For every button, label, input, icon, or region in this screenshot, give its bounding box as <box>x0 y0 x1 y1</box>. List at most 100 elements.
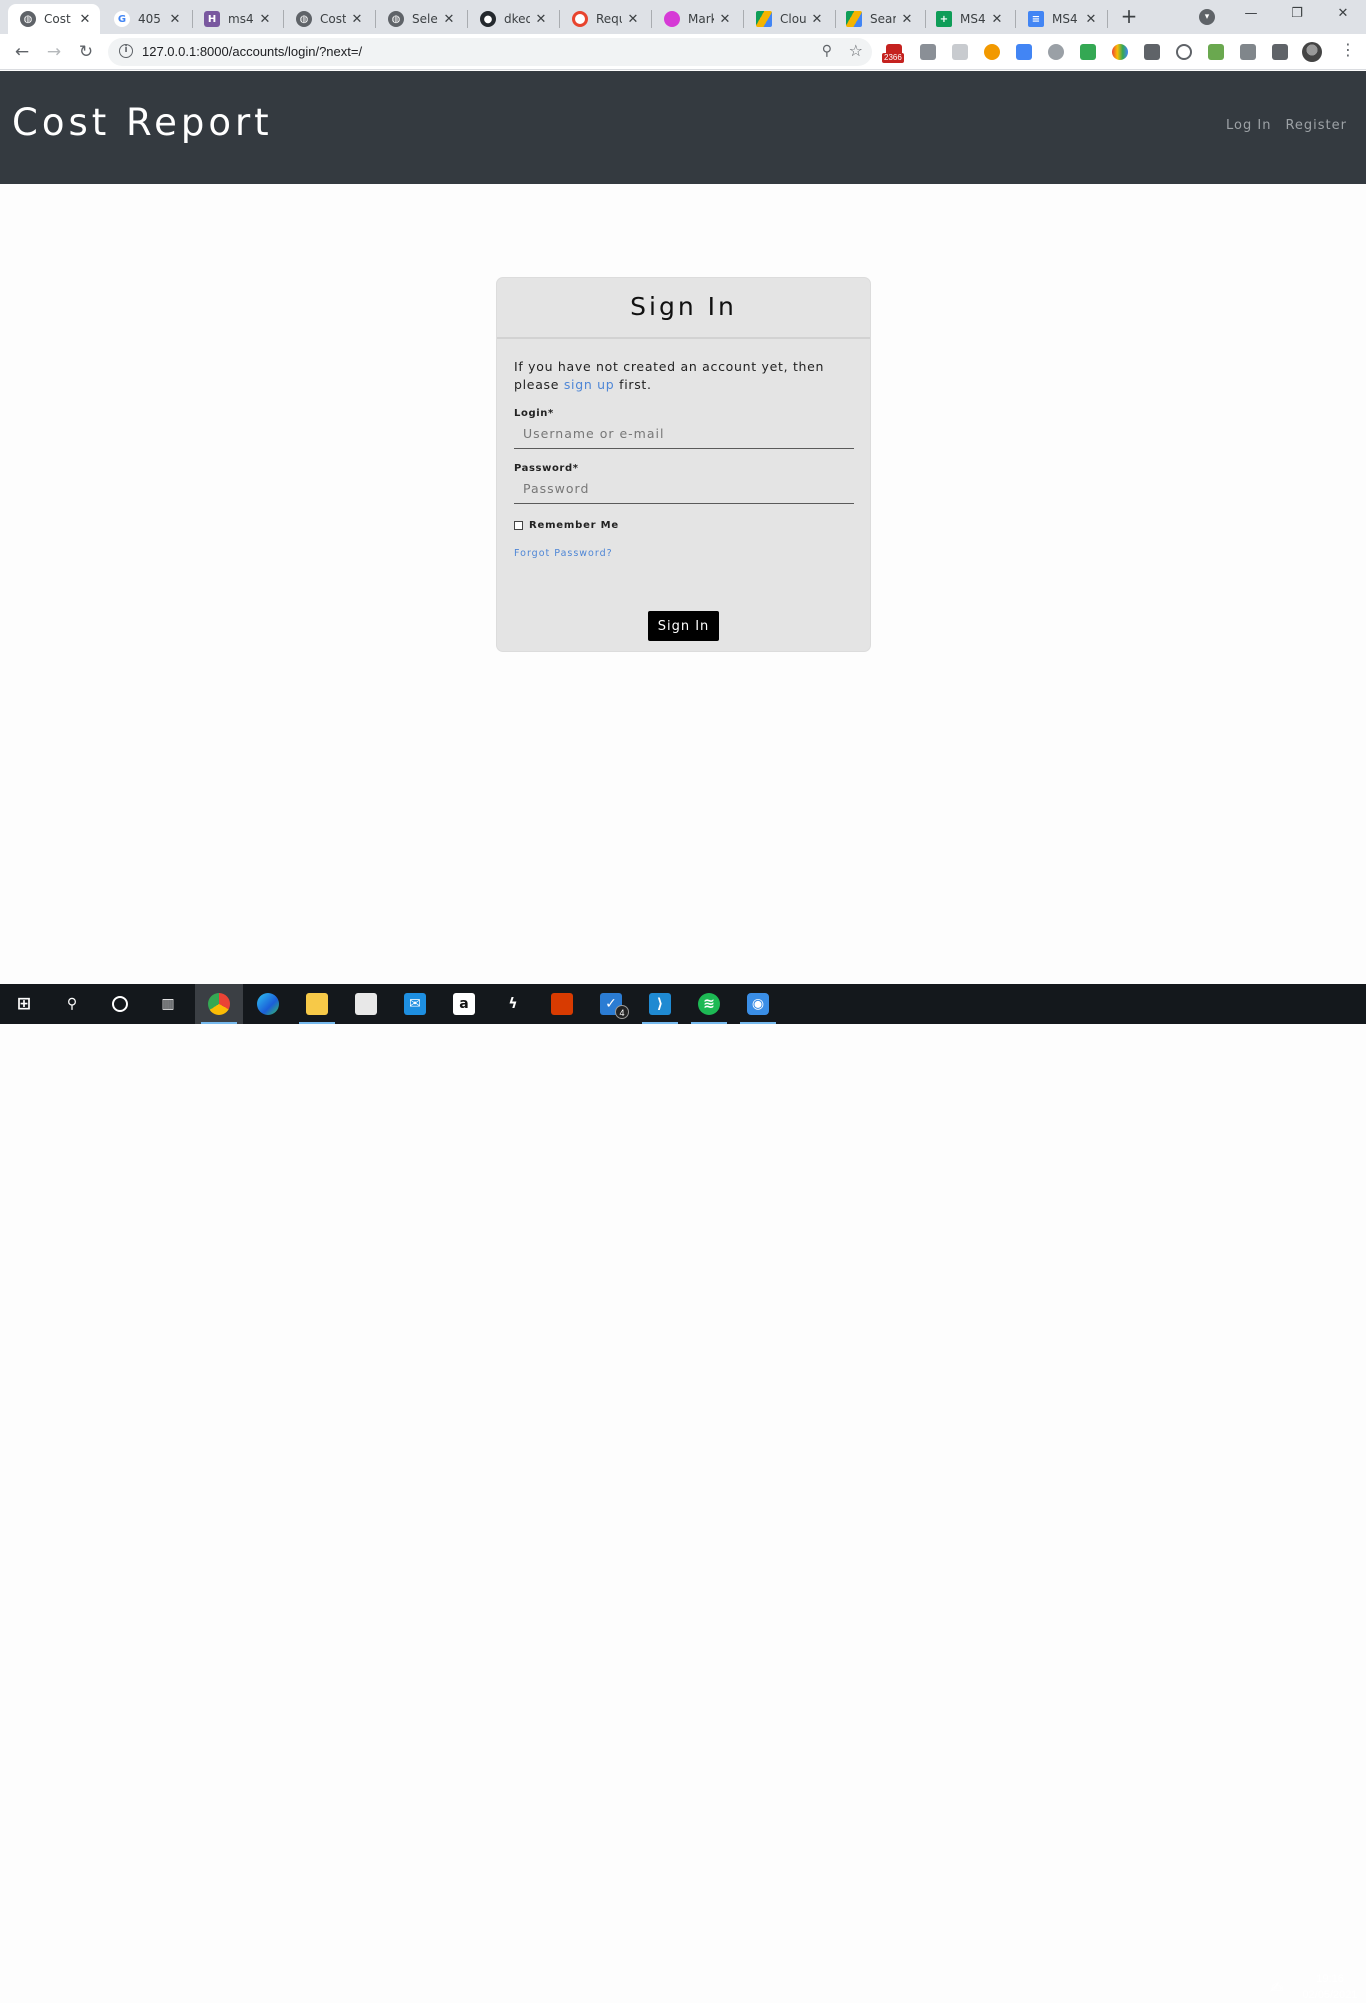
password-label: Password* <box>514 463 579 474</box>
browser-tab[interactable]: + MS4 ✕ <box>924 4 1012 34</box>
browser-tab[interactable]: ◍ Cost ✕ <box>284 4 372 34</box>
amazon-icon: a <box>453 993 475 1015</box>
pen-workspace-icon[interactable]: ✍ <box>1270 1978 1283 1997</box>
browser-tab[interactable]: ◍ Cost ✕ <box>8 4 100 34</box>
extension-icon[interactable] <box>952 44 968 60</box>
sheets-icon: + <box>936 11 952 27</box>
browser-toolbar: ← → ↻ i 127.0.0.1:8000/accounts/login/?n… <box>0 34 1366 70</box>
cortana-button[interactable] <box>96 984 144 1024</box>
close-icon[interactable]: ✕ <box>990 12 1004 27</box>
start-button[interactable]: ⊞ <box>0 984 48 1024</box>
clock-date: 02/05/2021 <box>1302 1989 1358 2001</box>
taskbar-file-explorer[interactable] <box>293 984 341 1024</box>
url-text[interactable]: 127.0.0.1:8000/accounts/login/?next=/ <box>142 44 362 59</box>
chrome-icon <box>208 993 230 1015</box>
tab-label: 405 ( <box>138 12 164 26</box>
window-close-icon[interactable]: ✕ <box>1335 6 1351 22</box>
close-icon[interactable]: ✕ <box>442 12 456 27</box>
drive-icon <box>756 11 772 27</box>
close-icon[interactable]: ✕ <box>900 12 914 27</box>
login-input[interactable] <box>514 419 854 449</box>
close-icon[interactable]: ✕ <box>168 12 182 27</box>
profile-avatar[interactable] <box>1302 42 1322 62</box>
browser-tab[interactable]: Clou ✕ <box>744 4 832 34</box>
nav-register-link[interactable]: Register <box>1285 118 1347 133</box>
close-icon[interactable]: ✕ <box>534 12 548 27</box>
extension-icon[interactable] <box>1048 44 1064 60</box>
puzzle-extensions-icon[interactable] <box>1272 44 1288 60</box>
signin-button[interactable]: Sign In <box>648 611 719 641</box>
screen-capture-extension-icon[interactable] <box>1016 44 1032 60</box>
tab-label: Clou <box>780 12 806 26</box>
extension-icon[interactable] <box>1176 44 1192 60</box>
site-info-icon[interactable]: i <box>119 44 133 58</box>
taskbar-todo[interactable]: ✓ 4 <box>587 984 635 1024</box>
close-icon[interactable]: ✕ <box>258 12 272 27</box>
globe-icon: ◍ <box>20 11 36 27</box>
close-icon[interactable]: ✕ <box>350 12 364 27</box>
browser-tab[interactable]: Requ ✕ <box>560 4 648 34</box>
vscode-icon: ⟩ <box>649 993 671 1015</box>
login-label: Login* <box>514 408 554 419</box>
remember-me-label[interactable]: Remember Me <box>529 520 619 531</box>
search-button[interactable]: ⚲ <box>48 984 96 1024</box>
taskbar-office[interactable] <box>538 984 586 1024</box>
minimize-icon[interactable]: — <box>1243 6 1259 22</box>
new-tab-button[interactable]: + <box>1119 6 1139 26</box>
tab-search-icon[interactable]: ▾ <box>1199 9 1215 25</box>
circle-icon <box>664 11 680 27</box>
windows-taskbar: ⊞ ⚲ ▥ ✉ a ϟ ✓ 4 ⟩ ≋ ◉ ✍ 19:16 02/05/2021 <box>0 984 1366 2001</box>
office-icon <box>551 993 573 1015</box>
globe-icon: ◍ <box>388 11 404 27</box>
close-icon[interactable]: ✕ <box>718 12 732 27</box>
color-picker-extension-icon[interactable] <box>1112 44 1128 60</box>
signin-form: If you have not created an account yet, … <box>497 339 870 559</box>
site-brand[interactable]: Cost Report <box>12 101 273 144</box>
task-view-button[interactable]: ▥ <box>144 984 192 1024</box>
forgot-password-link[interactable]: Forgot Password? <box>514 548 853 559</box>
reload-icon[interactable]: ↻ <box>76 42 96 62</box>
google-icon: G <box>114 11 130 27</box>
password-input[interactable] <box>514 474 854 504</box>
forward-icon[interactable]: → <box>44 42 64 62</box>
menu-kebab-icon[interactable]: ⋮ <box>1340 40 1356 59</box>
remember-me-checkbox[interactable] <box>514 521 523 530</box>
browser-tab[interactable]: H ms4- ✕ <box>192 4 280 34</box>
close-icon[interactable]: ✕ <box>78 12 92 27</box>
dropbox-extension-icon[interactable] <box>920 44 936 60</box>
taskbar-vscode[interactable]: ⟩ <box>636 984 684 1024</box>
signin-intro: If you have not created an account yet, … <box>514 358 853 394</box>
browser-tab[interactable]: ◍ Selec ✕ <box>376 4 464 34</box>
extension-icon[interactable] <box>1144 44 1160 60</box>
browser-tab[interactable]: Sear ✕ <box>834 4 922 34</box>
close-icon[interactable]: ✕ <box>810 12 824 27</box>
taskbar-edge[interactable] <box>244 984 292 1024</box>
taskbar-screen-capture[interactable]: ◉ <box>734 984 782 1024</box>
camera-extension-icon[interactable] <box>1240 44 1256 60</box>
taskbar-chrome[interactable] <box>195 984 243 1024</box>
taskbar-spotify[interactable]: ≋ <box>685 984 733 1024</box>
extension-icon[interactable] <box>1208 44 1224 60</box>
tab-separator <box>1107 10 1108 28</box>
taskbar-amazon[interactable]: a <box>440 984 488 1024</box>
signup-link[interactable]: sign up <box>564 377 615 392</box>
opera-icon <box>572 11 588 27</box>
zoom-icon[interactable]: ⚲ <box>822 43 832 59</box>
extension-icon[interactable] <box>1080 44 1096 60</box>
back-icon[interactable]: ← <box>12 42 32 62</box>
taskbar-store[interactable] <box>342 984 390 1024</box>
close-icon[interactable]: ✕ <box>1084 12 1098 27</box>
nav-login-link[interactable]: Log In <box>1226 118 1271 133</box>
browser-tab[interactable]: G 405 ( ✕ <box>102 4 190 34</box>
browser-tab[interactable]: Mark ✕ <box>652 4 740 34</box>
restore-icon[interactable]: ❐ <box>1289 6 1305 22</box>
address-bar[interactable]: i 127.0.0.1:8000/accounts/login/?next=/ … <box>108 38 872 66</box>
taskbar-app[interactable]: ϟ <box>489 984 537 1024</box>
browser-tab[interactable]: ● dked ✕ <box>468 4 556 34</box>
grammarly-extension-icon[interactable] <box>984 44 1000 60</box>
taskbar-mail[interactable]: ✉ <box>391 984 439 1024</box>
taskbar-clock[interactable]: 19:16 02/05/2021 <box>1298 1971 1362 2003</box>
bookmark-star-icon[interactable]: ☆ <box>849 41 863 60</box>
browser-tab[interactable]: ≡ MS4 ✕ <box>1016 4 1106 34</box>
close-icon[interactable]: ✕ <box>626 12 640 27</box>
